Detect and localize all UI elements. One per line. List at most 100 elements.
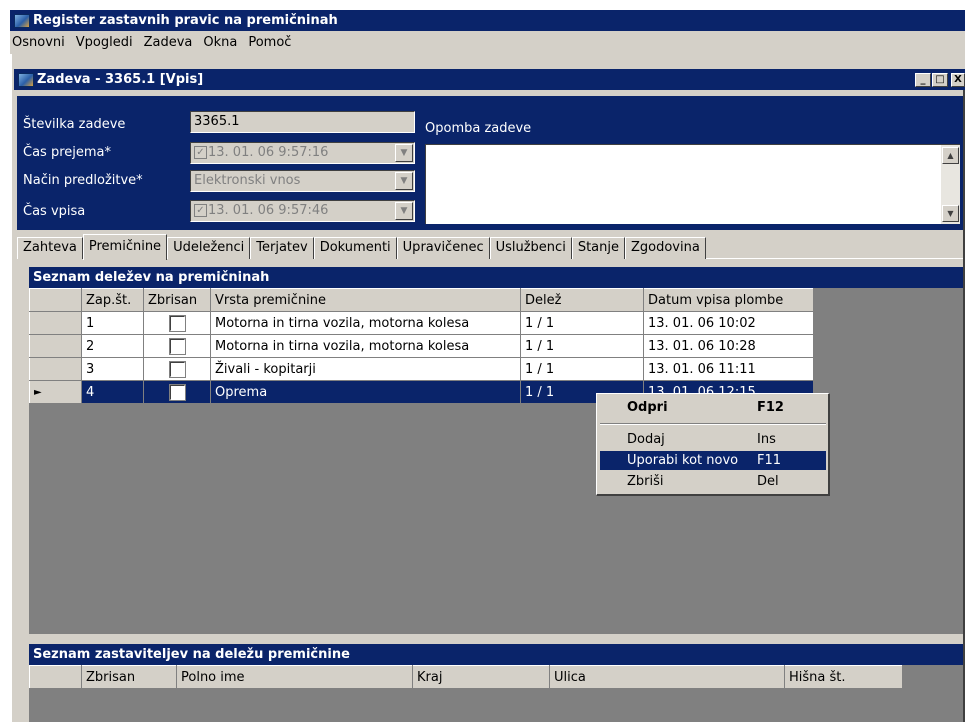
- column-header-date[interactable]: Datum vpisa plombe: [643, 288, 814, 312]
- column-header-house-number[interactable]: Hišna št.: [784, 665, 903, 689]
- tab-strip: Zahteva Premičnine Udeleženci Terjatev Dokum…: [17, 234, 706, 260]
- row-selector-header: [29, 288, 82, 312]
- tab-stanje[interactable]: Stanje: [571, 237, 625, 259]
- chevron-down-icon[interactable]: ▼: [395, 172, 413, 190]
- tab-usluzbenci[interactable]: Uslužbenci: [489, 237, 572, 259]
- scroll-up-icon[interactable]: ▲: [942, 147, 959, 164]
- cell-deleted: [143, 334, 211, 358]
- received-time-field[interactable]: ✓ 13. 01. 06 9:57:16 ▼: [190, 142, 415, 164]
- scroll-down-icon[interactable]: ▼: [942, 205, 959, 222]
- pledgors-grid-title: Seznam zastaviteljev na deležu premičnin…: [29, 644, 963, 665]
- cell-no: 2: [81, 334, 144, 358]
- case-note-scrollbar[interactable]: ▲ ▼: [941, 145, 960, 224]
- context-menu-use-as-new-label: Uporabi kot novo: [627, 453, 739, 468]
- row-selector[interactable]: [29, 311, 82, 335]
- context-menu-separator: [600, 423, 826, 425]
- column-header-street[interactable]: Ulica: [549, 665, 785, 689]
- pledgors-grid-header-row: Zbrisan Polno ime Kraj Ulica Hišna št.: [29, 665, 903, 689]
- context-menu-add[interactable]: Dodaj Ins: [600, 430, 826, 449]
- context-menu-open[interactable]: Odpri F12: [600, 398, 826, 417]
- context-menu-delete[interactable]: Zbriši Del: [600, 472, 826, 491]
- tab-terjatev[interactable]: Terjatev: [250, 237, 314, 259]
- case-note-textarea[interactable]: ▲ ▼: [425, 144, 960, 224]
- menu-vpogledi[interactable]: Vpogledi: [76, 35, 133, 50]
- cell-share: 1 / 1: [520, 311, 644, 335]
- column-header-deleted[interactable]: Zbrisan: [81, 665, 177, 689]
- context-menu: Odpri F12 Dodaj Ins Uporabi kot novo F11 Zb…: [596, 393, 830, 496]
- child-window-title-bar[interactable]: Zadeva - 3365.1 [Vpis]: [14, 69, 965, 90]
- submission-method-value: Elektronski vnos: [194, 173, 301, 188]
- cell-type: Motorna in tirna vozila, motorna kolesa: [210, 311, 521, 335]
- row-selector-header: [29, 665, 82, 689]
- cell-deleted: [143, 311, 211, 335]
- child-window-edge: [10, 54, 12, 722]
- tab-upravicenec[interactable]: Upravičenec: [396, 237, 490, 259]
- cell-share: 1 / 1: [520, 334, 644, 358]
- app-title-bar[interactable]: Register zastavnih pravic na premičninah: [10, 10, 965, 31]
- case-note-label: Opomba zadeve: [425, 121, 532, 136]
- context-menu-open-label: Odpri: [627, 400, 668, 415]
- shares-grid: Zap.št. Zbrisan Vrsta premičnine Delež D…: [29, 288, 814, 404]
- context-menu-delete-shortcut: Del: [757, 474, 779, 489]
- cell-no: 3: [81, 357, 144, 381]
- app-title: Register zastavnih pravic na premičninah: [33, 13, 338, 28]
- tab-zahteva[interactable]: Zahteva: [17, 237, 83, 259]
- menu-okna[interactable]: Okna: [203, 35, 237, 50]
- column-header-full-name[interactable]: Polno ime: [176, 665, 413, 689]
- cell-date: 13. 01. 06 10:28: [643, 334, 814, 358]
- received-time-value: 13. 01. 06 9:57:16: [208, 145, 329, 160]
- deleted-checkbox[interactable]: [168, 337, 186, 355]
- menu-zadeva[interactable]: Zadeva: [144, 35, 193, 50]
- row-selector[interactable]: [29, 357, 82, 381]
- maximize-button[interactable]: □: [932, 73, 948, 87]
- cell-type: Motorna in tirna vozila, motorna kolesa: [210, 334, 521, 358]
- minimize-button[interactable]: _: [915, 73, 931, 87]
- app-icon: [14, 13, 30, 28]
- table-row[interactable]: 1 Motorna in tirna vozila, motorna koles…: [29, 311, 814, 335]
- window-icon: [18, 72, 34, 87]
- entry-time-value: 13. 01. 06 9:57:46: [208, 203, 329, 218]
- column-header-place[interactable]: Kraj: [412, 665, 550, 689]
- table-row[interactable]: 3 Živali - kopitarji 1 / 1 13. 01. 06 11…: [29, 357, 814, 381]
- deleted-checkbox[interactable]: [168, 360, 186, 378]
- chevron-down-icon[interactable]: ▼: [395, 144, 413, 162]
- tab-dokumenti[interactable]: Dokumenti: [313, 237, 397, 259]
- cell-date: 13. 01. 06 10:02: [643, 311, 814, 335]
- child-window-title: Zadeva - 3365.1 [Vpis]: [37, 72, 204, 87]
- entry-time-checkbox-icon: ✓: [194, 204, 207, 217]
- received-time-checkbox-icon: ✓: [194, 146, 207, 159]
- context-menu-open-shortcut: F12: [757, 400, 784, 415]
- cell-share: 1 / 1: [520, 357, 644, 381]
- tab-zgodovina[interactable]: Zgodovina: [624, 237, 706, 259]
- deleted-checkbox[interactable]: [168, 314, 186, 332]
- chevron-down-icon[interactable]: ▼: [395, 202, 413, 220]
- context-menu-add-label: Dodaj: [627, 432, 665, 447]
- cell-no: 1: [81, 311, 144, 335]
- column-header-share[interactable]: Delež: [520, 288, 644, 312]
- close-button[interactable]: X: [951, 73, 965, 87]
- table-row[interactable]: 2 Motorna in tirna vozila, motorna koles…: [29, 334, 814, 358]
- menu-pomoc[interactable]: Pomoč: [248, 35, 291, 50]
- row-selector[interactable]: [29, 334, 82, 358]
- column-header-deleted[interactable]: Zbrisan: [143, 288, 211, 312]
- submission-method-select[interactable]: Elektronski vnos ▼: [190, 170, 415, 192]
- case-number-label: Številka zadeve: [23, 117, 126, 132]
- cell-type: Oprema: [210, 380, 521, 404]
- entry-time-field[interactable]: ✓ 13. 01. 06 9:57:46 ▼: [190, 200, 415, 222]
- cell-type: Živali - kopitarji: [210, 357, 521, 381]
- tab-udelezenci[interactable]: Udeleženci: [167, 237, 251, 259]
- cell-date: 13. 01. 06 11:11: [643, 357, 814, 381]
- deleted-checkbox[interactable]: [168, 383, 186, 401]
- context-menu-use-as-new-shortcut: F11: [757, 453, 782, 468]
- cell-deleted: [143, 380, 211, 404]
- column-header-type[interactable]: Vrsta premičnine: [210, 288, 521, 312]
- column-header-no[interactable]: Zap.št.: [81, 288, 144, 312]
- tab-premicnine[interactable]: Premičnine: [82, 234, 168, 260]
- cell-deleted: [143, 357, 211, 381]
- context-menu-use-as-new[interactable]: Uporabi kot novo F11: [600, 451, 826, 470]
- menu-osnovni[interactable]: Osnovni: [12, 35, 65, 50]
- case-number-field[interactable]: 3365.1: [190, 111, 415, 133]
- context-menu-add-shortcut: Ins: [757, 432, 776, 447]
- current-row-arrow-icon[interactable]: ►: [29, 380, 82, 404]
- grid-splitter[interactable]: [29, 634, 963, 643]
